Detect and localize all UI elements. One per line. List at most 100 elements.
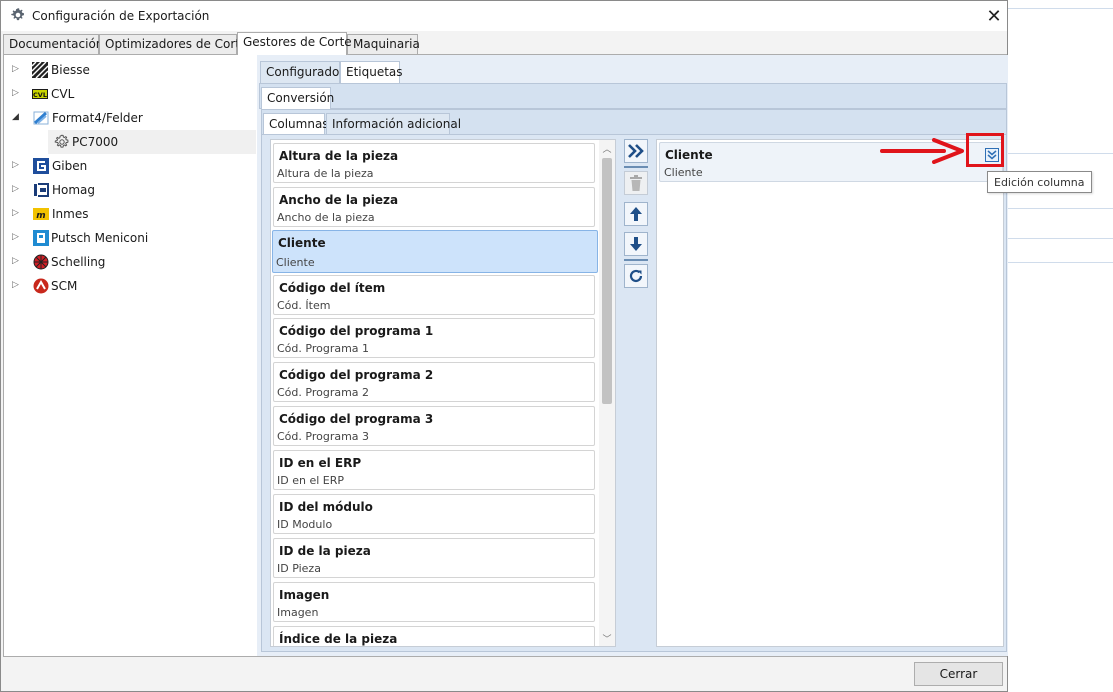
vertical-scrollbar[interactable]: ︿ ﹀ [599, 140, 615, 646]
delete-column-button[interactable] [624, 171, 648, 195]
gear-icon [11, 8, 24, 21]
background-app [1008, 0, 1113, 692]
background-divider [1008, 208, 1113, 209]
reset-button[interactable] [624, 264, 648, 288]
tooltip: Edición columna [987, 171, 1092, 193]
list-item[interactable]: Índice de la pieza [273, 626, 595, 646]
tree-item-giben[interactable]: ▷ Giben [4, 154, 256, 178]
list-item[interactable]: ID del módulo ID Modulo [273, 494, 595, 534]
gear-icon [54, 134, 69, 148]
background-divider [1008, 238, 1113, 239]
expand-arrow-icon[interactable]: ▷ [12, 64, 22, 74]
tree-item-schelling[interactable]: ▷ Schelling [4, 250, 256, 274]
tree-item-biesse[interactable]: ▷ Biesse [4, 58, 256, 82]
tree-item-scm[interactable]: ▷ SCM [4, 274, 256, 298]
tree-item-pc7000[interactable]: PC7000 [48, 130, 256, 154]
background-divider [1008, 153, 1113, 154]
expand-arrow-icon[interactable]: ▷ [12, 208, 22, 218]
tab-columnas[interactable]: Columnas [263, 113, 329, 135]
manufacturer-tree: ▷ Biesse ▷ CVL CVL ◢ Format4/Felder PC70… [4, 55, 256, 656]
move-down-button[interactable] [624, 232, 648, 256]
background-divider [1008, 262, 1113, 263]
expand-arrow-icon[interactable]: ▷ [12, 232, 22, 242]
list-item[interactable]: ID de la pieza ID Pieza [273, 538, 595, 578]
list-item[interactable]: Código del ítem Cód. Ítem [273, 275, 595, 315]
arrow-up-icon [630, 207, 642, 221]
tree-item-label: Homag [52, 183, 96, 197]
column-title: Código del programa 3 [279, 412, 434, 426]
double-chevron-right-icon [628, 144, 644, 158]
tree-item-label: Format4/Felder [52, 111, 143, 125]
tab-documentacion[interactable]: Documentación [3, 34, 103, 54]
selected-columns-list: Cliente Cliente [656, 139, 1004, 647]
list-item[interactable]: Altura de la pieza Altura de la pieza [273, 143, 595, 183]
scroll-down-icon[interactable]: ﹀ [599, 630, 615, 646]
column-title: Índice de la pieza [279, 632, 398, 646]
tab-content: ▷ Biesse ▷ CVL CVL ◢ Format4/Felder PC70… [3, 54, 1008, 657]
list-item[interactable]: Código del programa 3 Cód. Programa 3 [273, 406, 595, 446]
list-item[interactable]: Código del programa 1 Cód. Programa 1 [273, 318, 595, 358]
tab-gestores-de-corte[interactable]: Gestores de Corte [237, 32, 352, 55]
tree-item-inmes[interactable]: ▷ m Inmes [4, 202, 256, 226]
svg-text:CVL: CVL [33, 91, 47, 99]
expand-arrow-icon[interactable]: ▷ [12, 88, 22, 98]
tree-item-format4-felder[interactable]: ◢ Format4/Felder [4, 106, 256, 130]
column-title: Ancho de la pieza [279, 193, 399, 207]
scroll-up-icon[interactable]: ︿ [599, 140, 615, 156]
annotation-highlight-box [966, 133, 1004, 167]
biesse-logo-icon [32, 62, 48, 78]
list-item[interactable]: Ancho de la pieza Ancho de la pieza [273, 187, 595, 227]
tree-item-label: Giben [52, 159, 88, 173]
schelling-logo-icon [33, 254, 49, 270]
svg-text:m: m [36, 211, 45, 221]
columns-editor: Altura de la pieza Altura de la pieza An… [261, 134, 1007, 652]
tree-item-putsch-meniconi[interactable]: ▷ Putsch Meniconi [4, 226, 256, 250]
column-subtitle: ID en el ERP [277, 474, 344, 487]
close-window-button[interactable]: ✕ [979, 1, 1009, 31]
column-title: ID del módulo [279, 500, 373, 514]
list-item[interactable]: Imagen Imagen [273, 582, 595, 622]
close-button[interactable]: Cerrar [914, 662, 1003, 686]
move-up-button[interactable] [624, 202, 648, 226]
trash-icon [630, 175, 642, 191]
column-subtitle: Cód. Programa 2 [277, 386, 370, 399]
column-subtitle: Altura de la pieza [277, 167, 374, 180]
scrollbar-thumb[interactable] [602, 158, 612, 404]
expand-arrow-icon[interactable]: ▷ [12, 184, 22, 194]
add-column-button[interactable] [624, 139, 648, 163]
collapse-arrow-icon[interactable]: ◢ [12, 112, 22, 122]
column-title: ID de la pieza [279, 544, 371, 558]
tab-maquinaria[interactable]: Maquinaria [347, 34, 420, 54]
column-subtitle: Imagen [277, 606, 319, 619]
tab-optimizadores-de-corte[interactable]: Optimizadores de Corte [99, 34, 247, 54]
tab-conversion[interactable]: Conversión [261, 87, 334, 109]
tab-etiquetas[interactable]: Etiquetas [340, 61, 403, 83]
refresh-icon [629, 269, 643, 283]
column-title: Altura de la pieza [279, 149, 399, 163]
list-item-selected[interactable]: Cliente Cliente [272, 230, 598, 273]
expand-arrow-icon[interactable]: ▷ [12, 160, 22, 170]
column-title: Código del programa 1 [279, 324, 434, 338]
tab-informacion-adicional[interactable]: Información adicional [326, 113, 461, 135]
list-item[interactable]: Código del programa 2 Cód. Programa 2 [273, 362, 595, 402]
column-subtitle: Cód. Programa 3 [277, 430, 370, 443]
column-subtitle: ID Pieza [277, 562, 321, 575]
expand-arrow-icon[interactable]: ▷ [12, 280, 22, 290]
list-item[interactable]: ID en el ERP ID en el ERP [273, 450, 595, 490]
tree-item-label: Inmes [52, 207, 89, 221]
scm-logo-icon [33, 278, 49, 294]
column-subtitle: Cód. Programa 1 [277, 342, 370, 355]
tree-item-label: Putsch Meniconi [51, 231, 149, 245]
column-title: Imagen [279, 588, 330, 602]
expand-arrow-icon[interactable]: ▷ [12, 256, 22, 266]
column-title: ID en el ERP [279, 456, 362, 470]
tree-item-label: PC7000 [72, 135, 119, 149]
column-subtitle: Cód. Ítem [277, 299, 331, 312]
tree-item-cvl[interactable]: ▷ CVL CVL [4, 82, 256, 106]
tab-configurador[interactable]: Configurador [260, 61, 344, 83]
column-subtitle: Cliente [276, 256, 315, 269]
title-bar: Configuración de Exportación ✕ [1, 1, 1007, 31]
tree-item-homag[interactable]: ▷ Homag [4, 178, 256, 202]
tab-strip-conversion [259, 83, 1007, 109]
giben-logo-icon [33, 158, 49, 174]
